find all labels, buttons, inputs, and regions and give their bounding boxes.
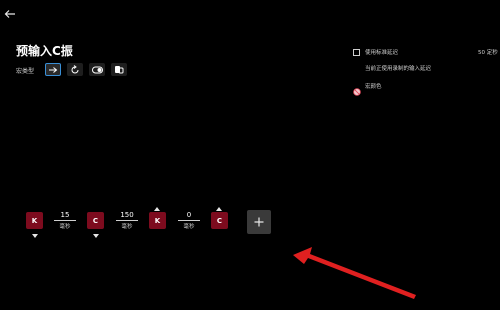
delay-divider	[54, 220, 76, 221]
delay-unit: 毫秒	[183, 224, 195, 230]
delay-unit: 毫秒	[121, 224, 133, 230]
macro-type-toggle-button[interactable]	[89, 63, 105, 76]
hold-icon	[115, 66, 124, 74]
macro-type-once-button[interactable]	[45, 63, 61, 76]
no-color-icon	[353, 88, 361, 96]
key-up-indicator-icon[interactable]	[216, 207, 222, 211]
macro-type-label: 宏类型	[16, 68, 35, 75]
key-label: K	[31, 216, 38, 225]
arrow-right-icon	[49, 66, 58, 73]
delay-unit: 毫秒	[59, 224, 71, 230]
macro-type-loop-button[interactable]	[67, 63, 83, 76]
key-label: K	[154, 216, 161, 225]
key-label: C	[92, 216, 99, 225]
macro-color-label: 宏颜色	[365, 84, 382, 90]
back-arrow-icon	[4, 10, 15, 18]
macro-color-button[interactable]	[353, 81, 361, 96]
key-label: C	[216, 216, 223, 225]
delay-value[interactable]: 15	[51, 211, 79, 219]
plus-icon	[254, 217, 264, 227]
key-down-indicator-icon[interactable]	[93, 234, 99, 238]
macro-key-c-down[interactable]: C	[87, 212, 104, 229]
add-step-button[interactable]	[247, 210, 271, 234]
current-recorded-delay-label: 当前正使用录制的输入延迟	[365, 66, 432, 72]
delay-divider	[116, 220, 138, 221]
key-down-indicator-icon[interactable]	[32, 234, 38, 238]
use-standard-delay-label: 使用标准延迟	[365, 50, 399, 56]
loop-icon	[71, 64, 79, 73]
standard-delay-value: 50 定秒	[478, 50, 498, 56]
toggle-icon	[91, 66, 103, 73]
delay-divider	[178, 220, 200, 221]
use-standard-delay-checkbox[interactable]	[353, 49, 360, 56]
key-up-indicator-icon[interactable]	[154, 207, 160, 211]
delay-value[interactable]: 150	[113, 211, 141, 219]
macro-key-c-up[interactable]: C	[211, 212, 228, 229]
macro-key-k-up[interactable]: K	[149, 212, 166, 229]
delay-value[interactable]: 0	[175, 211, 203, 219]
macro-key-k-down[interactable]: K	[26, 212, 43, 229]
back-button[interactable]	[2, 6, 18, 22]
annotation-arrow-icon	[293, 247, 416, 299]
macro-type-hold-button[interactable]	[111, 63, 127, 76]
page-title: 预输入C振	[16, 44, 73, 58]
